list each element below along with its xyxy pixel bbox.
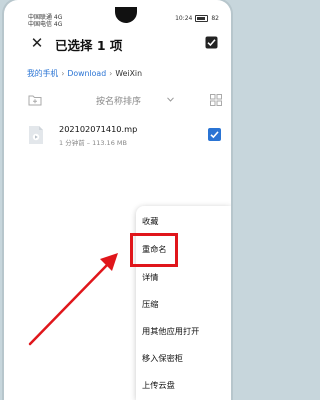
breadcrumb-my-phone[interactable]: 我的手机 [27,68,58,79]
file-name: 202102071410.mp [59,124,138,134]
rename-highlight-box [130,233,178,267]
status-right: 10:24 82 [175,15,219,22]
menu-item-compress[interactable]: 压缩 [136,291,231,317]
menu-item-details[interactable]: 详情 [136,264,231,290]
select-all-icon[interactable] [205,36,218,49]
new-folder-icon[interactable] [28,94,42,106]
file-list-item[interactable]: 202102071410.mp 1 分钟前 – 113.16 MB [4,120,231,156]
chevron-right-icon: › [109,68,113,78]
status-bar: 中国联通 4G 中国电信 4G 10:24 82 [4,0,231,30]
checkbox-checked-icon[interactable] [208,128,221,141]
breadcrumb: 我的手机 › Download › WeiXin [27,66,142,80]
file-toolbar: 按名称排序 [4,90,231,112]
battery-icon [195,15,209,22]
menu-item-favorite[interactable]: 收藏 [136,208,231,234]
menu-item-upload-cloud[interactable]: 上传云盘 [136,372,231,398]
page-title: 已选择 1 项 [55,38,123,53]
camera-notch [115,7,137,23]
selection-header: ✕ 已选择 1 项 [4,32,231,58]
menu-item-open-with[interactable]: 用其他应用打开 [136,318,231,344]
sort-label[interactable]: 按名称排序 [96,94,141,107]
breadcrumb-download[interactable]: Download [67,69,106,78]
carrier-1: 中国联通 4G [28,14,63,21]
carrier-2: 中国电信 4G [28,21,63,28]
battery-level: 82 [211,15,219,22]
file-meta: 1 分钟前 – 113.16 MB [59,139,127,147]
close-icon[interactable]: ✕ [30,36,44,51]
menu-item-move-to-safe[interactable]: 移入保密柜 [136,345,231,371]
breadcrumb-weixin: WeiXin [115,68,143,78]
video-file-icon [29,126,43,144]
chevron-right-icon: › [61,68,65,78]
phone-screen: 中国联通 4G 中国电信 4G 10:24 82 ✕ 已选择 1 项 我的手机 … [4,0,231,400]
grid-view-icon[interactable] [210,94,222,106]
chevron-down-icon[interactable] [167,97,174,102]
status-time: 10:24 [175,15,193,22]
